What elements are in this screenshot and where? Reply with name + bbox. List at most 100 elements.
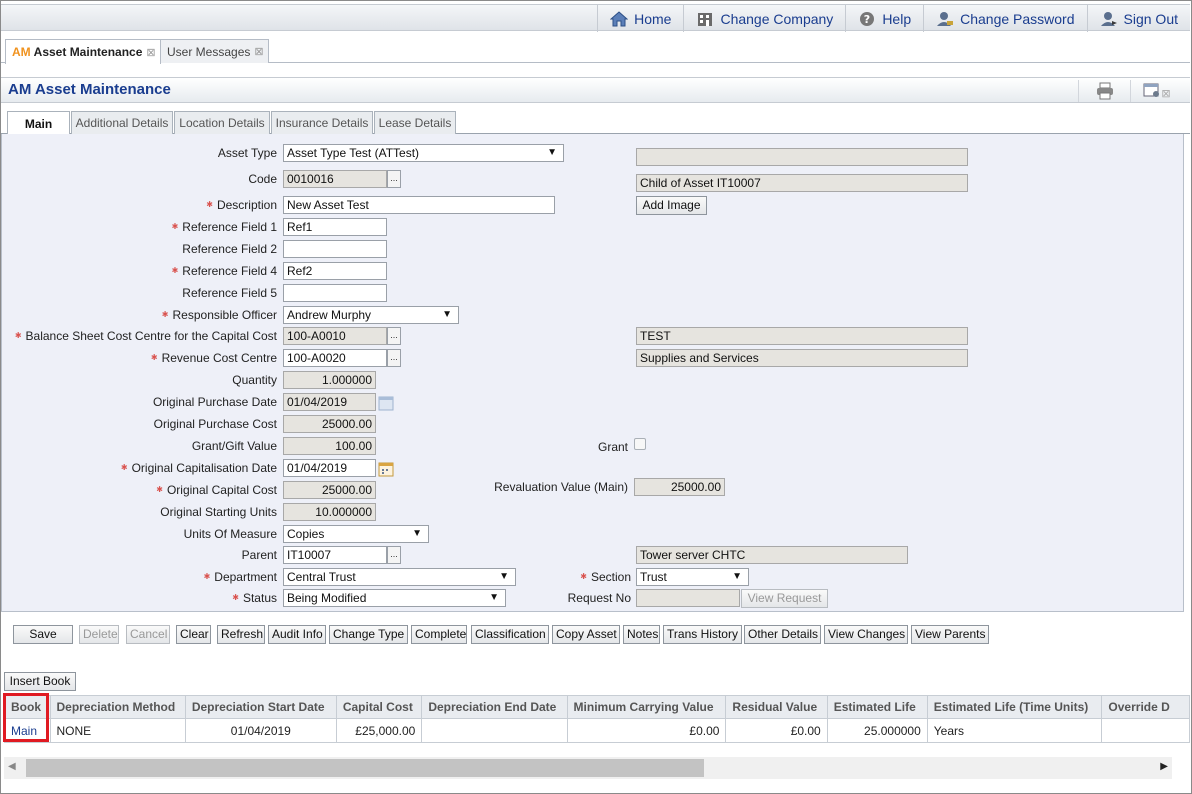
grid-header-row: Book Depreciation Method Depreciation St…: [4, 695, 1190, 719]
balance-sheet-cost-centre-field[interactable]: 100-A0010: [283, 327, 387, 345]
cancel-button[interactable]: Cancel: [126, 625, 170, 644]
original-capital-cost-field[interactable]: 25000.00: [283, 481, 376, 499]
classification-button[interactable]: Classification: [471, 625, 549, 644]
original-purchase-cost-field[interactable]: 25000.00: [283, 415, 376, 433]
scroll-right-arrow-icon[interactable]: ▶: [1160, 761, 1168, 772]
column-header-override[interactable]: Override D: [1101, 695, 1190, 719]
column-header-capital-cost[interactable]: Capital Cost: [335, 695, 423, 719]
change-password-link[interactable]: Change Password: [923, 5, 1086, 32]
tab-lease-details[interactable]: Lease Details: [374, 111, 456, 134]
request-no-field[interactable]: [636, 589, 740, 607]
save-button[interactable]: Save: [13, 625, 73, 644]
column-header-minimum-carrying-value[interactable]: Minimum Carrying Value: [566, 695, 727, 719]
view-request-button[interactable]: View Request: [741, 589, 828, 608]
dropdown-arrow-icon: ▼: [547, 147, 557, 158]
description-field[interactable]: New Asset Test: [283, 196, 555, 214]
column-header-estimated-life[interactable]: Estimated Life: [826, 695, 928, 719]
window-close-button[interactable]: ⊠: [1130, 80, 1182, 102]
home-label: Home: [634, 10, 672, 27]
horizontal-scrollbar[interactable]: ◀ ▶: [4, 757, 1172, 779]
reference-field-1[interactable]: Ref1: [283, 218, 387, 236]
calendar-icon[interactable]: [378, 395, 394, 411]
help-link[interactable]: ? Help: [845, 5, 923, 32]
scroll-left-arrow-icon[interactable]: ◀: [8, 761, 16, 772]
reference-field-5[interactable]: [283, 284, 387, 302]
column-header-depreciation-start-date[interactable]: Depreciation Start Date: [184, 695, 337, 719]
revenue-cost-centre-lookup-button[interactable]: ...: [387, 349, 401, 367]
responsible-officer-select[interactable]: Andrew Murphy ▼: [283, 306, 459, 324]
notes-button[interactable]: Notes: [623, 625, 660, 644]
printer-icon: [1096, 82, 1113, 100]
user-key-icon: [937, 11, 954, 26]
delete-button[interactable]: Delete: [79, 625, 119, 644]
print-button[interactable]: [1078, 80, 1130, 102]
grant-gift-value-field[interactable]: 100.00: [283, 437, 376, 455]
reference-field-2[interactable]: [283, 240, 387, 258]
status-select[interactable]: Being Modified ▼: [283, 589, 506, 607]
sign-out-link[interactable]: Sign Out: [1086, 5, 1190, 32]
view-parents-button[interactable]: View Parents: [911, 625, 989, 644]
change-company-label: Change Company: [720, 10, 834, 27]
balance-sheet-cost-centre-label: Balance Sheet Cost Centre for the Capita…: [15, 327, 277, 345]
cell-override: [1101, 718, 1190, 743]
grant-checkbox[interactable]: [634, 438, 646, 450]
column-header-book[interactable]: Book: [4, 695, 51, 719]
book-link[interactable]: Main: [4, 718, 51, 743]
code-lookup-button[interactable]: ...: [387, 170, 401, 188]
change-type-button[interactable]: Change Type: [329, 625, 408, 644]
request-no-label: Request No: [567, 591, 631, 605]
close-icon[interactable]: ⊠: [254, 45, 263, 58]
original-purchase-date-field[interactable]: 01/04/2019: [283, 393, 376, 411]
tab-insurance-details[interactable]: Insurance Details: [271, 111, 373, 134]
tab-user-messages[interactable]: User Messages ⊠: [160, 39, 269, 63]
original-capitalisation-date-field[interactable]: 01/04/2019: [283, 459, 376, 477]
copy-asset-button[interactable]: Copy Asset: [552, 625, 620, 644]
responsible-officer-label: Responsible Officer: [162, 306, 278, 324]
original-starting-units-field[interactable]: 10.000000: [283, 503, 376, 521]
add-image-button[interactable]: Add Image: [636, 196, 707, 215]
parent-description: Tower server CHTC: [636, 546, 908, 564]
status-label: Status: [232, 589, 277, 607]
trans-history-button[interactable]: Trans History: [663, 625, 742, 644]
parent-lookup-button[interactable]: ...: [387, 546, 401, 564]
table-row[interactable]: Main NONE 01/04/2019 £25,000.00 £0.00 £0…: [4, 718, 1190, 743]
home-link[interactable]: Home: [597, 5, 683, 32]
revenue-cost-centre-field[interactable]: 100-A0020: [283, 349, 387, 367]
calendar-icon[interactable]: [378, 461, 394, 477]
tab-main[interactable]: Main: [7, 111, 70, 135]
top-nav: Home Change Company ? Help Change Passwo…: [1, 4, 1190, 32]
scrollbar-thumb[interactable]: [26, 759, 704, 777]
parent-label: Parent: [241, 548, 277, 562]
column-header-estimated-life-time-units[interactable]: Estimated Life (Time Units): [926, 695, 1103, 719]
clear-button[interactable]: Clear: [176, 625, 211, 644]
section-select[interactable]: Trust ▼: [636, 568, 749, 586]
cell-capital-cost: £25,000.00: [335, 718, 423, 743]
insert-book-button[interactable]: Insert Book: [4, 672, 76, 691]
audit-info-button[interactable]: Audit Info: [268, 625, 326, 644]
tab-additional-details[interactable]: Additional Details: [71, 111, 173, 134]
department-select[interactable]: Central Trust ▼: [283, 568, 516, 586]
change-company-link[interactable]: Change Company: [683, 5, 845, 32]
other-details-button[interactable]: Other Details: [744, 625, 821, 644]
close-icon[interactable]: ⊠: [146, 46, 155, 59]
asset-type-select[interactable]: Asset Type Test (ATTest) ▼: [283, 144, 564, 162]
parent-field[interactable]: IT10007: [283, 546, 387, 564]
balance-sheet-cost-centre-description: TEST: [636, 327, 968, 345]
balance-sheet-lookup-button[interactable]: ...: [387, 327, 401, 345]
column-header-residual-value[interactable]: Residual Value: [725, 695, 828, 719]
column-header-depreciation-end-date[interactable]: Depreciation End Date: [421, 695, 568, 719]
units-of-measure-select[interactable]: Copies ▼: [283, 525, 429, 543]
tab-asset-maintenance[interactable]: AM Asset Maintenance ⊠: [5, 39, 161, 64]
refresh-button[interactable]: Refresh: [217, 625, 265, 644]
column-header-depreciation-method[interactable]: Depreciation Method: [49, 695, 186, 719]
code-field[interactable]: 0010016: [283, 170, 387, 188]
reference-field-4[interactable]: Ref2: [283, 262, 387, 280]
view-changes-button[interactable]: View Changes: [824, 625, 908, 644]
revaluation-value-field[interactable]: 25000.00: [634, 478, 725, 496]
building-icon: [698, 12, 713, 26]
quantity-field[interactable]: 1.000000: [283, 371, 376, 389]
cell-estimated-life: 25.000000: [826, 718, 928, 743]
tab-location-details[interactable]: Location Details: [174, 111, 270, 134]
complete-button[interactable]: Complete: [411, 625, 467, 644]
help-label: Help: [882, 10, 912, 27]
